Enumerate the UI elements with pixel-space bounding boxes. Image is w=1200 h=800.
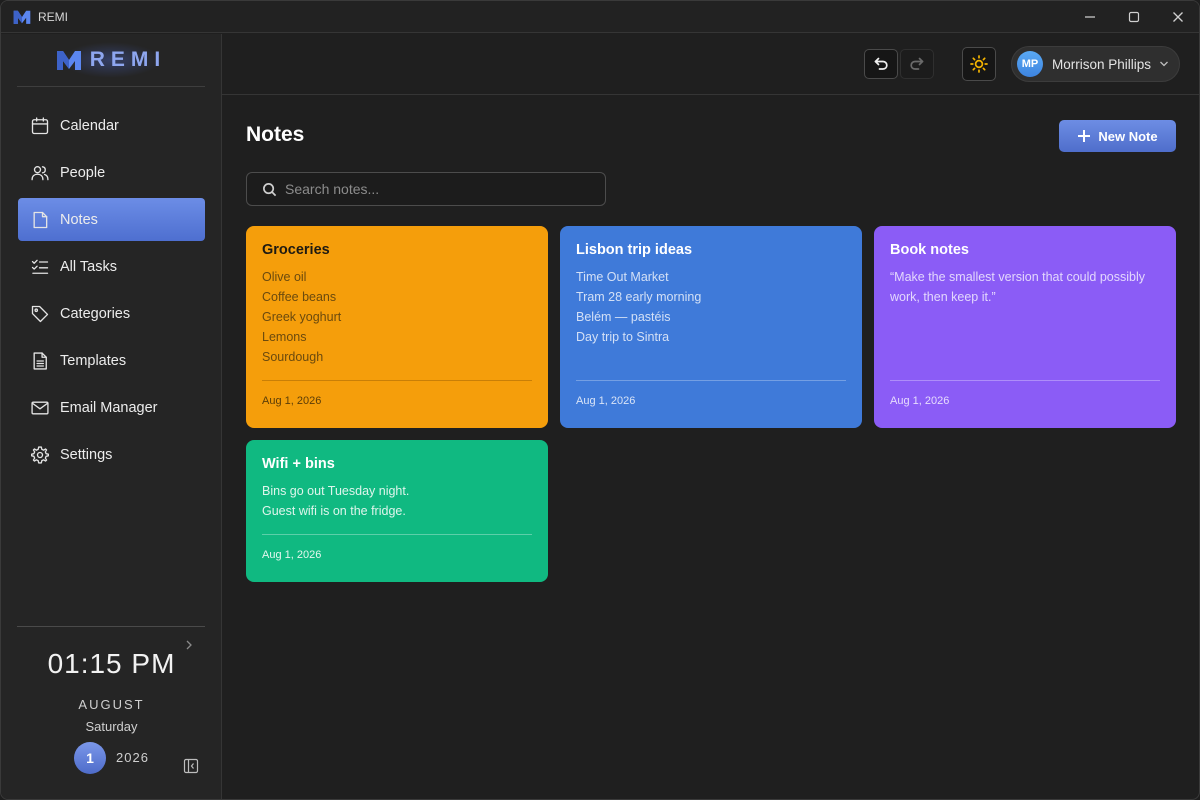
undo-button[interactable] bbox=[864, 49, 898, 79]
clock-divider bbox=[17, 626, 205, 627]
page-title: Notes bbox=[246, 123, 305, 146]
search-input[interactable] bbox=[285, 174, 585, 204]
note-line: Day trip to Sintra bbox=[576, 330, 670, 344]
note-line: Olive oil bbox=[262, 270, 307, 284]
sidebar-item-categories[interactable]: Categories bbox=[18, 292, 205, 335]
sidebar-item-label: People bbox=[60, 164, 106, 181]
note-divider bbox=[576, 380, 846, 381]
note-divider bbox=[890, 380, 1160, 381]
sidebar-item-settings[interactable]: Settings bbox=[18, 433, 205, 476]
mail-icon bbox=[31, 401, 49, 414]
plus-icon bbox=[1078, 130, 1091, 142]
gear-icon bbox=[31, 445, 49, 464]
collapse-sidebar-icon[interactable] bbox=[183, 758, 199, 774]
sidebar-item-email-manager[interactable]: Email Manager bbox=[18, 386, 205, 429]
avatar: MP bbox=[1017, 51, 1043, 77]
title-bar: REMI bbox=[1, 1, 1199, 33]
maximize-icon bbox=[1128, 11, 1140, 23]
note-title: Wifi + bins bbox=[262, 456, 335, 472]
theme-toggle-button[interactable] bbox=[962, 47, 996, 81]
checklist-icon bbox=[31, 259, 49, 274]
note-line: Guest wifi is on the fridge. bbox=[262, 504, 406, 518]
note-line: Coffee beans bbox=[262, 290, 337, 304]
sidebar-item-label: All Tasks bbox=[60, 258, 117, 275]
sun-icon bbox=[970, 55, 988, 73]
brand-logo[interactable]: REMI bbox=[17, 34, 205, 87]
sidebar: REMI Calendar People Notes All Tasks Cat… bbox=[1, 34, 222, 799]
sidebar-nav: Calendar People Notes All Tasks Categori… bbox=[18, 104, 205, 480]
sidebar-item-templates[interactable]: Templates bbox=[18, 339, 205, 382]
note-line: Belém — pastéis bbox=[576, 310, 671, 324]
sidebar-item-label: Settings bbox=[60, 446, 113, 463]
note-title: Lisbon trip ideas bbox=[576, 242, 693, 258]
note-card-book-notes[interactable]: Book notes “Make the smallest version th… bbox=[874, 226, 1176, 428]
clock-month: AUGUST bbox=[78, 697, 145, 712]
undo-icon bbox=[874, 57, 888, 70]
search-icon bbox=[263, 182, 277, 196]
note-title: Book notes bbox=[890, 242, 969, 258]
note-date: Aug 1, 2026 bbox=[262, 395, 322, 407]
remi-logo-icon bbox=[56, 51, 81, 70]
note-line: work, then keep it.” bbox=[890, 290, 996, 304]
maximize-button[interactable] bbox=[1112, 1, 1156, 33]
user-menu-button[interactable]: MP Morrison Phillips bbox=[1011, 46, 1180, 82]
sidebar-item-label: Notes bbox=[60, 211, 98, 228]
close-button[interactable] bbox=[1156, 1, 1199, 33]
note-card-groceries[interactable]: Groceries Olive oil Coffee beans Greek y… bbox=[246, 226, 548, 428]
window-title: REMI bbox=[38, 9, 68, 24]
note-line: Bins go out Tuesday night. bbox=[262, 484, 410, 498]
note-card-wifi-bins[interactable]: Wifi + bins Bins go out Tuesday night. G… bbox=[246, 440, 548, 582]
calendar-icon bbox=[31, 116, 49, 134]
note-line: Tram 28 early morning bbox=[576, 290, 702, 304]
clock-year: 2026 bbox=[116, 750, 149, 765]
search-box bbox=[246, 172, 606, 206]
brand-name: REMI bbox=[89, 48, 167, 71]
minimize-button[interactable] bbox=[1068, 1, 1112, 33]
sidebar-item-label: Calendar bbox=[60, 117, 119, 134]
chevron-down-icon bbox=[1160, 61, 1168, 67]
note-line: Time Out Market bbox=[576, 270, 669, 284]
note-icon bbox=[33, 211, 48, 228]
clock-time: 01:15 PM bbox=[47, 648, 176, 679]
note-line: Sourdough bbox=[262, 350, 324, 364]
note-divider bbox=[262, 380, 532, 381]
close-icon bbox=[1173, 12, 1183, 22]
minimize-icon bbox=[1085, 16, 1095, 18]
new-note-button[interactable]: New Note bbox=[1059, 120, 1176, 152]
note-date: Aug 1, 2026 bbox=[890, 395, 950, 407]
note-date: Aug 1, 2026 bbox=[262, 549, 322, 561]
remi-logo-icon bbox=[13, 10, 31, 24]
people-icon bbox=[31, 165, 49, 180]
clock-weekday: Saturday bbox=[85, 719, 138, 734]
redo-icon bbox=[910, 57, 924, 70]
note-line: “Make the smallest version that could po… bbox=[890, 270, 1145, 284]
top-header: MP Morrison Phillips bbox=[222, 34, 1199, 95]
note-date: Aug 1, 2026 bbox=[576, 395, 636, 407]
note-divider bbox=[262, 534, 532, 535]
sidebar-item-label: Templates bbox=[60, 352, 127, 369]
sidebar-item-notes[interactable]: Notes bbox=[18, 198, 205, 241]
sidebar-item-label: Categories bbox=[60, 305, 131, 322]
note-title: Groceries bbox=[262, 242, 330, 258]
sidebar-item-all-tasks[interactable]: All Tasks bbox=[18, 245, 205, 288]
redo-button[interactable] bbox=[900, 49, 934, 79]
sidebar-item-people[interactable]: People bbox=[18, 151, 205, 194]
document-icon bbox=[33, 351, 47, 370]
note-line: Greek yoghurt bbox=[262, 310, 342, 324]
note-line: Lemons bbox=[262, 330, 307, 344]
clock-day-badge: 1 bbox=[74, 742, 106, 774]
user-name: Morrison Phillips bbox=[1052, 56, 1152, 72]
app-window: REMI REMI Calendar People Notes All Task… bbox=[0, 0, 1200, 800]
sidebar-item-calendar[interactable]: Calendar bbox=[18, 104, 205, 147]
new-note-label: New Note bbox=[1098, 128, 1158, 144]
tag-icon bbox=[31, 305, 49, 322]
sidebar-item-label: Email Manager bbox=[60, 399, 158, 416]
note-card-lisbon-trip[interactable]: Lisbon trip ideas Time Out Market Tram 2… bbox=[560, 226, 862, 428]
